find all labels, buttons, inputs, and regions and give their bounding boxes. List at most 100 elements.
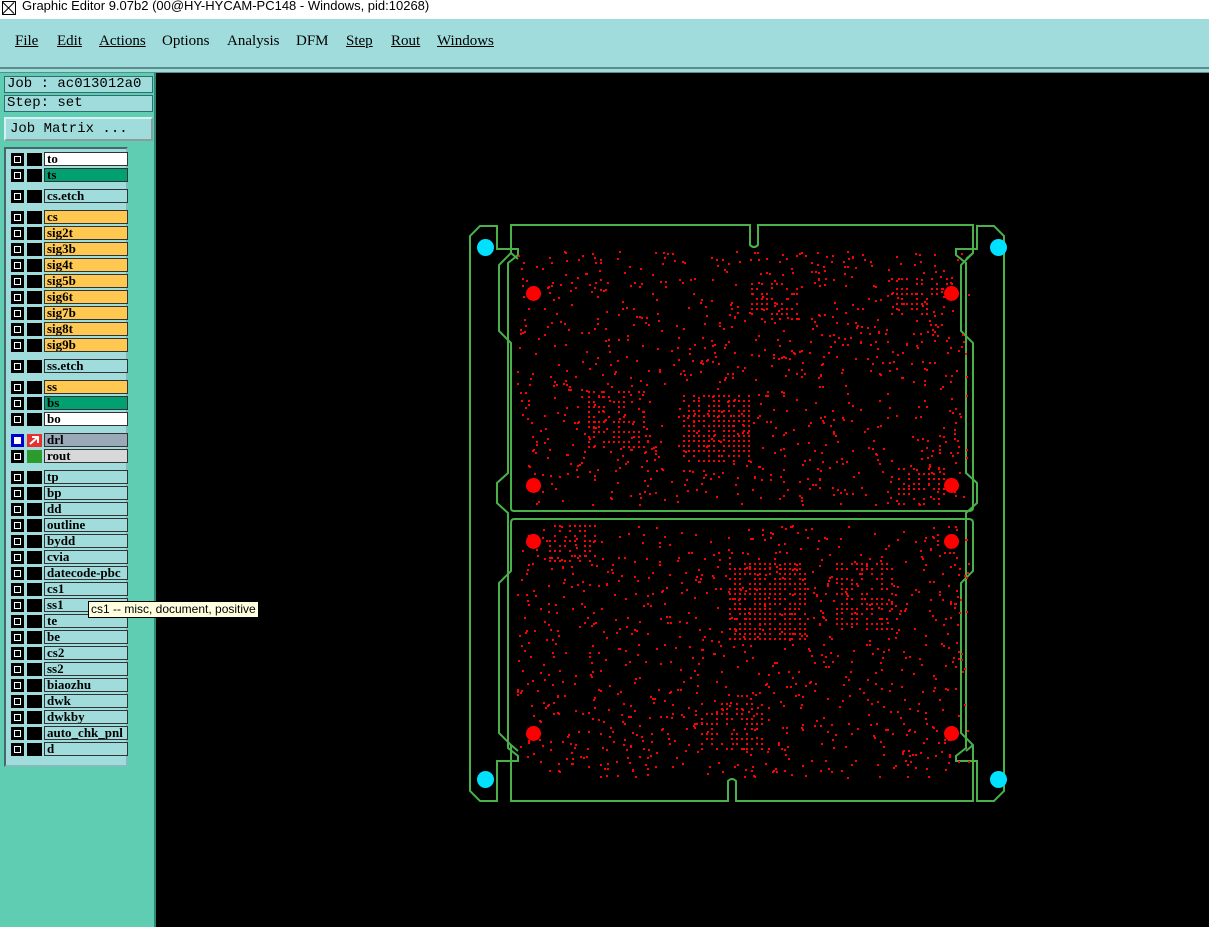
layer-name[interactable]: ss bbox=[44, 380, 128, 394]
layer-name[interactable]: ts bbox=[44, 168, 128, 182]
layer-name[interactable]: auto_chk_pnl bbox=[44, 726, 128, 740]
layer-checkbox[interactable] bbox=[11, 663, 24, 676]
layer-checkbox[interactable] bbox=[11, 450, 24, 463]
layer-checkbox[interactable] bbox=[11, 679, 24, 692]
layer-row-cs2[interactable]: cs2 bbox=[9, 646, 128, 661]
layer-name[interactable]: sig5b bbox=[44, 274, 128, 288]
layer-row-outline[interactable]: outline bbox=[9, 518, 128, 533]
layer-row-ts[interactable]: ts bbox=[9, 168, 128, 183]
layer-checkbox[interactable] bbox=[11, 647, 24, 660]
layer-checkbox[interactable] bbox=[11, 153, 24, 166]
layer-name[interactable]: sig7b bbox=[44, 306, 128, 320]
layer-checkbox[interactable] bbox=[11, 727, 24, 740]
layer-row-dd[interactable]: dd bbox=[9, 502, 128, 517]
layer-row-ss-etch[interactable]: ss.etch bbox=[9, 359, 128, 374]
layer-row-ss2[interactable]: ss2 bbox=[9, 662, 128, 677]
layer-name[interactable]: cs bbox=[44, 210, 128, 224]
layer-row-bp[interactable]: bp bbox=[9, 486, 128, 501]
layer-row-cs1[interactable]: cs1 bbox=[9, 582, 128, 597]
layer-name[interactable]: outline bbox=[44, 518, 128, 532]
layer-checkbox[interactable] bbox=[11, 307, 24, 320]
layer-row-cs-etch[interactable]: cs.etch bbox=[9, 189, 128, 204]
layer-name[interactable]: bo bbox=[44, 412, 128, 426]
layer-row-sig6t[interactable]: sig6t bbox=[9, 290, 128, 305]
layer-row-sig9b[interactable]: sig9b bbox=[9, 338, 128, 353]
menu-dfm[interactable]: DFM bbox=[296, 33, 329, 50]
layer-checkbox[interactable] bbox=[11, 211, 24, 224]
layer-name[interactable]: datecode-pbc bbox=[44, 566, 128, 580]
layer-row-ss[interactable]: ss bbox=[9, 380, 128, 395]
layer-row-sig3b[interactable]: sig3b bbox=[9, 242, 128, 257]
layer-row-drl[interactable]: drl bbox=[9, 433, 128, 448]
layer-row-cs[interactable]: cs bbox=[9, 210, 128, 225]
layer-name[interactable]: drl bbox=[44, 433, 128, 447]
layer-row-to[interactable]: to bbox=[9, 152, 128, 167]
layer-checkbox[interactable] bbox=[11, 381, 24, 394]
menu-step[interactable]: Step bbox=[346, 33, 373, 50]
layer-name[interactable]: ss.etch bbox=[44, 359, 128, 373]
layer-checkbox[interactable] bbox=[11, 519, 24, 532]
layer-checkbox[interactable] bbox=[11, 615, 24, 628]
layer-row-sig8t[interactable]: sig8t bbox=[9, 322, 128, 337]
layer-row-rout[interactable]: rout bbox=[9, 449, 128, 464]
layer-row-d[interactable]: d bbox=[9, 742, 128, 757]
layer-name[interactable]: be bbox=[44, 630, 128, 644]
layer-name[interactable]: sig2t bbox=[44, 226, 128, 240]
layer-name[interactable]: cs1 bbox=[44, 582, 128, 596]
layer-name[interactable]: biaozhu bbox=[44, 678, 128, 692]
layer-name[interactable]: sig3b bbox=[44, 242, 128, 256]
layer-row-bo[interactable]: bo bbox=[9, 412, 128, 427]
layer-row-dwk[interactable]: dwk bbox=[9, 694, 128, 709]
layer-row-bydd[interactable]: bydd bbox=[9, 534, 128, 549]
layer-checkbox[interactable] bbox=[11, 291, 24, 304]
layer-row-be[interactable]: be bbox=[9, 630, 128, 645]
layer-checkbox[interactable] bbox=[11, 583, 24, 596]
layer-name[interactable]: dwk bbox=[44, 694, 128, 708]
layer-checkbox[interactable] bbox=[11, 743, 24, 756]
layer-checkbox[interactable] bbox=[11, 695, 24, 708]
layer-checkbox[interactable] bbox=[11, 535, 24, 548]
layer-name[interactable]: bp bbox=[44, 486, 128, 500]
layer-row-datecode-pbc[interactable]: datecode-pbc bbox=[9, 566, 128, 581]
layer-checkbox[interactable] bbox=[11, 471, 24, 484]
layer-row-auto-chk-pnl[interactable]: auto_chk_pnl bbox=[9, 726, 128, 741]
layer-checkbox[interactable] bbox=[11, 243, 24, 256]
menu-windows[interactable]: Windows bbox=[437, 33, 494, 50]
job-matrix-button[interactable]: Job Matrix ... bbox=[4, 117, 153, 141]
layer-row-bs[interactable]: bs bbox=[9, 396, 128, 411]
layer-name[interactable]: cs.etch bbox=[44, 189, 128, 203]
layer-checkbox[interactable] bbox=[11, 567, 24, 580]
menu-options[interactable]: Options bbox=[162, 33, 210, 50]
layer-row-biaozhu[interactable]: biaozhu bbox=[9, 678, 128, 693]
menu-rout[interactable]: Rout bbox=[391, 33, 420, 50]
layer-checkbox[interactable] bbox=[11, 275, 24, 288]
layer-name[interactable]: ss2 bbox=[44, 662, 128, 676]
menu-file[interactable]: File bbox=[15, 33, 38, 50]
layer-name[interactable]: sig8t bbox=[44, 322, 128, 336]
layer-row-sig4t[interactable]: sig4t bbox=[9, 258, 128, 273]
layer-checkbox[interactable] bbox=[11, 551, 24, 564]
layer-name[interactable]: sig4t bbox=[44, 258, 128, 272]
layer-checkbox[interactable] bbox=[11, 711, 24, 724]
layer-row-cvia[interactable]: cvia bbox=[9, 550, 128, 565]
layer-name[interactable]: tp bbox=[44, 470, 128, 484]
layer-checkbox[interactable] bbox=[11, 169, 24, 182]
layer-checkbox[interactable] bbox=[11, 487, 24, 500]
layer-row-sig2t[interactable]: sig2t bbox=[9, 226, 128, 241]
layer-checkbox[interactable] bbox=[11, 397, 24, 410]
layer-row-dwkby[interactable]: dwkby bbox=[9, 710, 128, 725]
layer-checkbox[interactable] bbox=[11, 323, 24, 336]
layer-name[interactable]: dwkby bbox=[44, 710, 128, 724]
layer-name[interactable]: cs2 bbox=[44, 646, 128, 660]
graphics-canvas[interactable] bbox=[156, 73, 1209, 927]
layer-name[interactable]: cvia bbox=[44, 550, 128, 564]
layer-name[interactable]: bs bbox=[44, 396, 128, 410]
layer-name[interactable]: sig6t bbox=[44, 290, 128, 304]
layer-checkbox[interactable] bbox=[11, 339, 24, 352]
menu-analysis[interactable]: Analysis bbox=[227, 33, 280, 50]
menu-actions[interactable]: Actions bbox=[99, 33, 146, 50]
layer-row-sig5b[interactable]: sig5b bbox=[9, 274, 128, 289]
layer-row-sig7b[interactable]: sig7b bbox=[9, 306, 128, 321]
layer-name[interactable]: to bbox=[44, 152, 128, 166]
layer-checkbox[interactable] bbox=[11, 599, 24, 612]
